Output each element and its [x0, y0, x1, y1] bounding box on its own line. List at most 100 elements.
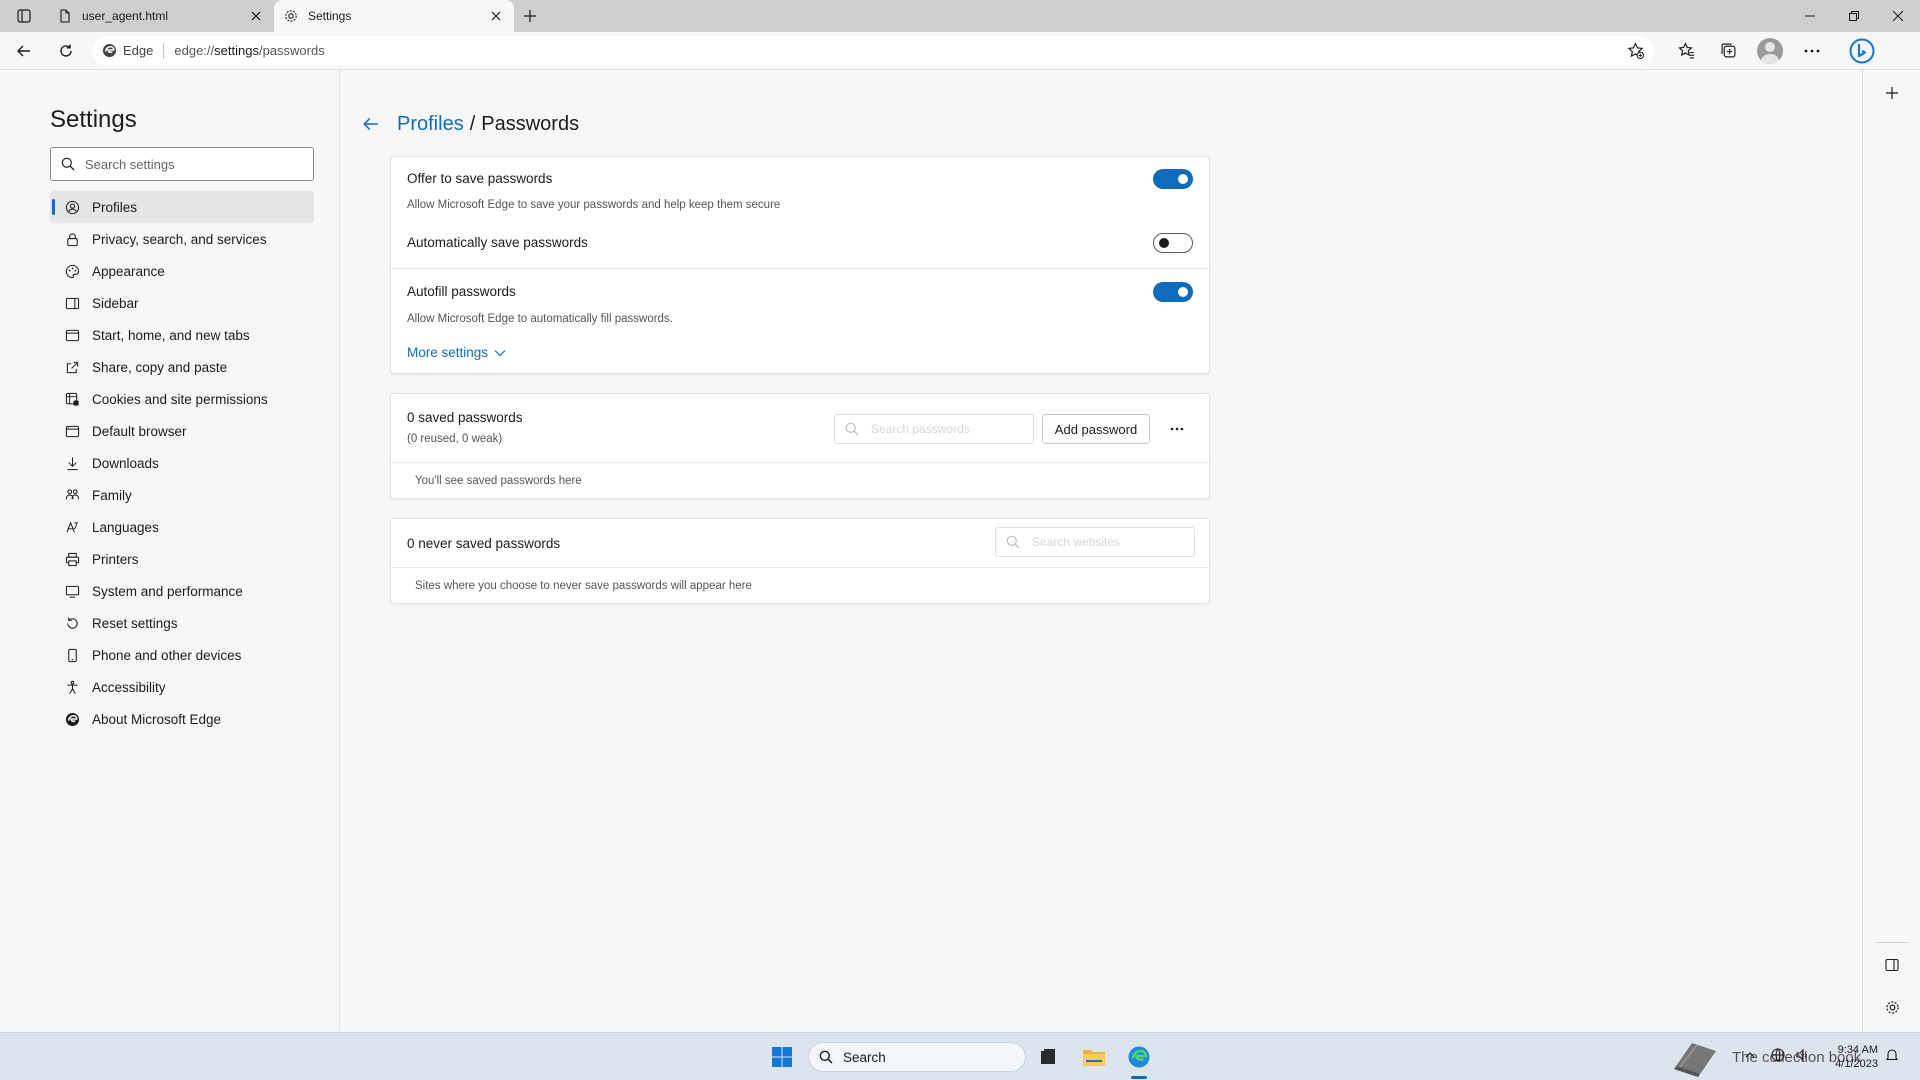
- restore-button[interactable]: [1832, 0, 1876, 32]
- sidebar-item-downloads[interactable]: Downloads: [50, 447, 314, 479]
- file-icon: [60, 9, 70, 23]
- sidebar-item-languages[interactable]: Languages: [50, 511, 314, 543]
- task-view-icon: [1041, 1049, 1055, 1064]
- taskbar-clock[interactable]: 9:34 AM 4/1/2023: [1820, 1043, 1878, 1071]
- start-button[interactable]: [766, 1041, 798, 1073]
- breadcrumb-profiles-link[interactable]: Profiles: [397, 113, 464, 136]
- address-bar[interactable]: Edge edge://settings/passwords: [92, 35, 1654, 66]
- edge-active-indicator: [1131, 1076, 1147, 1079]
- tray-chevron-icon[interactable]: [1742, 1047, 1758, 1063]
- back-button[interactable]: [6, 35, 42, 67]
- more-settings-label: More settings: [407, 345, 489, 360]
- tab-close-button[interactable]: [248, 8, 264, 24]
- site-info-button[interactable]: Edge: [102, 43, 153, 58]
- settings-more-button[interactable]: [1794, 35, 1830, 67]
- url-text[interactable]: edge://settings/passwords: [174, 43, 1627, 58]
- sidebar-item-privacy[interactable]: Privacy, search, and services: [50, 223, 314, 255]
- minimize-icon: [1805, 15, 1815, 17]
- minimize-button[interactable]: [1788, 0, 1832, 32]
- tab-settings[interactable]: Settings: [274, 0, 514, 32]
- sidebar-item-default-browser[interactable]: Default browser: [50, 415, 314, 447]
- sidebar-item-start-home[interactable]: Start, home, and new tabs: [50, 319, 314, 351]
- sidebar-item-reset[interactable]: Reset settings: [50, 607, 314, 639]
- close-window-button[interactable]: [1876, 0, 1920, 32]
- website-search-input[interactable]: [1032, 535, 1182, 549]
- phone-icon: [64, 647, 80, 663]
- password-search-input[interactable]: [871, 422, 1021, 436]
- sidebar-item-accessibility[interactable]: Accessibility: [50, 671, 314, 703]
- plus-icon: [1886, 87, 1898, 99]
- offer-save-toggle[interactable]: [1153, 169, 1193, 189]
- taskbar-search[interactable]: Search: [808, 1042, 1026, 1072]
- notification-icon[interactable]: [1884, 1047, 1900, 1063]
- clock-date: 4/1/2023: [1835, 1058, 1878, 1070]
- search-icon: [819, 1050, 833, 1064]
- sidebar-item-label: Accessibility: [92, 679, 166, 695]
- website-search-box[interactable]: [995, 527, 1195, 557]
- tab-actions-button[interactable]: [0, 0, 48, 32]
- close-icon: [491, 11, 501, 21]
- add-favorite-button[interactable]: [1627, 42, 1644, 59]
- tab-user-agent[interactable]: user_agent.html: [48, 0, 274, 32]
- sidebar-item-label: Start, home, and new tabs: [92, 327, 250, 343]
- saved-more-button[interactable]: [1162, 414, 1192, 444]
- tab-strip: user_agent.html Settings: [0, 0, 1920, 32]
- search-icon: [61, 157, 75, 171]
- sidebar-settings-button[interactable]: [1879, 994, 1905, 1020]
- saved-passwords-card: 0 saved passwords (0 reused, 0 weak) Add…: [390, 393, 1210, 499]
- add-password-button[interactable]: Add password: [1042, 414, 1150, 444]
- arrow-left-icon: [17, 45, 30, 56]
- sidebar-item-sidebar[interactable]: Sidebar: [50, 287, 314, 319]
- tab-close-button[interactable]: [488, 8, 504, 24]
- never-saved-card: 0 never saved passwords Sites where you …: [390, 518, 1210, 604]
- file-explorer-button[interactable]: [1078, 1041, 1110, 1073]
- close-icon: [251, 11, 261, 21]
- settings-search-box[interactable]: [50, 147, 314, 181]
- sidebar-item-label: Cookies and site permissions: [92, 391, 268, 407]
- sidebar-item-label: About Microsoft Edge: [92, 711, 222, 727]
- windows-icon: [772, 1047, 792, 1067]
- page-title: Passwords: [481, 112, 580, 135]
- profile-button[interactable]: [1752, 35, 1788, 67]
- new-tab-button[interactable]: [514, 0, 546, 32]
- share-icon: [64, 359, 80, 375]
- password-search-box[interactable]: [834, 414, 1034, 444]
- sidebar-item-share-copy[interactable]: Share, copy and paste: [50, 351, 314, 383]
- more-settings-link[interactable]: More settings: [407, 345, 508, 360]
- network-icon[interactable]: [1770, 1047, 1786, 1063]
- settings-divider: [391, 268, 1209, 269]
- task-view-button[interactable]: [1032, 1041, 1064, 1073]
- edge-icon: [64, 711, 80, 727]
- refresh-button[interactable]: [48, 35, 84, 67]
- favorites-button[interactable]: [1668, 35, 1704, 67]
- settings-search-input[interactable]: [85, 156, 295, 172]
- sidebar-item-cookies[interactable]: Cookies and site permissions: [50, 383, 314, 415]
- sidebar-add-button[interactable]: [1879, 80, 1905, 106]
- sidebar-item-printers[interactable]: Printers: [50, 543, 314, 575]
- back-to-profiles-button[interactable]: [359, 112, 383, 136]
- autofill-toggle[interactable]: [1153, 282, 1193, 302]
- sidebar-item-appearance[interactable]: Appearance: [50, 255, 314, 287]
- edge-taskbar-button[interactable]: [1123, 1041, 1155, 1073]
- sidebar-icon: [64, 295, 80, 311]
- hide-sidebar-button[interactable]: [1879, 952, 1905, 978]
- sidebar-item-about[interactable]: About Microsoft Edge: [50, 703, 314, 735]
- bing-chat-button[interactable]: [1844, 35, 1880, 67]
- sidebar-item-family[interactable]: Family: [50, 479, 314, 511]
- tab-title: Settings: [308, 9, 352, 23]
- arrow-left-icon: [363, 117, 378, 131]
- auto-save-toggle[interactable]: [1153, 233, 1193, 253]
- sidebar-item-system[interactable]: System and performance: [50, 575, 314, 607]
- browser-toolbar: Edge edge://settings/passwords: [0, 32, 1920, 70]
- sidebar-item-phone[interactable]: Phone and other devices: [50, 639, 314, 671]
- autofill-title: Autofill passwords: [407, 284, 516, 299]
- offer-save-description: Allow Microsoft Edge to save your passwo…: [407, 199, 781, 211]
- sidebar-panel-icon: [1885, 958, 1899, 972]
- sidebar-item-profiles[interactable]: Profiles: [50, 191, 314, 223]
- collections-button[interactable]: [1710, 35, 1746, 67]
- lock-icon: [64, 231, 80, 247]
- star-add-icon: [1627, 42, 1644, 59]
- volume-icon[interactable]: [1794, 1047, 1810, 1063]
- auto-save-title: Automatically save passwords: [407, 235, 588, 250]
- close-icon: [1893, 11, 1903, 21]
